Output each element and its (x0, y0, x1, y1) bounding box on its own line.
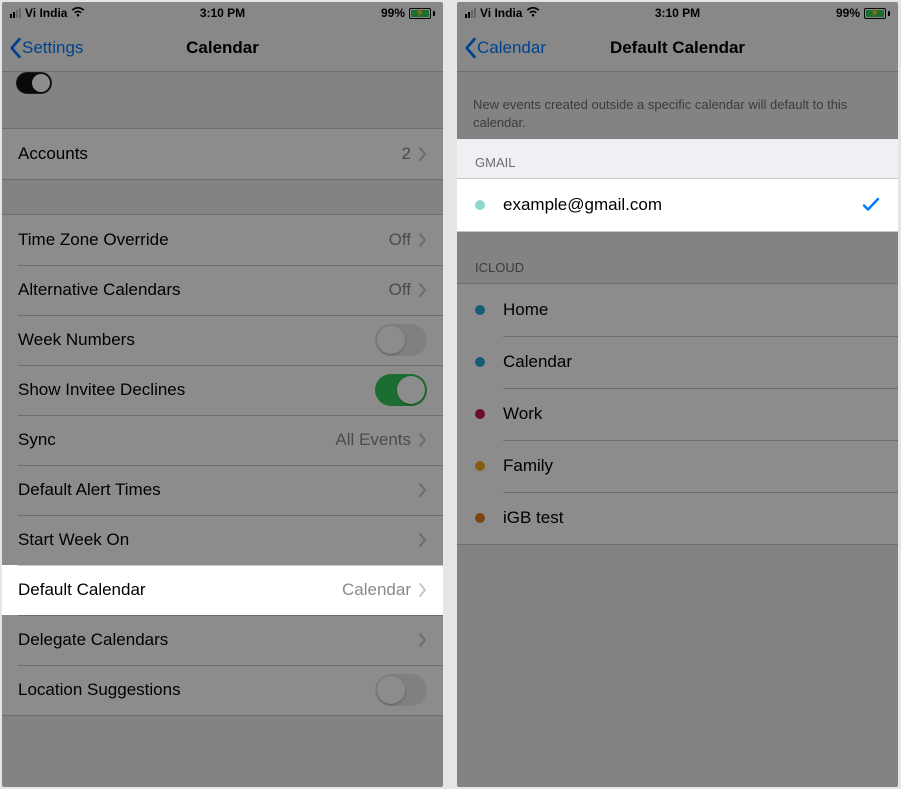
row-show-invitee-declines[interactable]: Show Invitee Declines (2, 365, 443, 415)
row-value: 2 (402, 144, 411, 164)
calendar-color-dot (475, 305, 485, 315)
page-title: Calendar (2, 38, 443, 58)
toggle-fragment-icon (16, 72, 52, 94)
calendar-color-dot (475, 513, 485, 523)
calendar-color-dot (475, 409, 485, 419)
chevron-right-icon (419, 633, 427, 647)
row-week-numbers[interactable]: Week Numbers (2, 315, 443, 365)
row-label: Default Alert Times (18, 480, 419, 500)
page-title: Default Calendar (457, 38, 898, 58)
chevron-right-icon (419, 433, 427, 447)
invitee-declines-toggle[interactable] (375, 374, 427, 406)
section-description: New events created outside a specific ca… (457, 72, 898, 139)
clock-label: 3:10 PM (200, 6, 245, 20)
calendar-option-icloud-2[interactable]: Work (457, 388, 898, 440)
group-icloud: Home Calendar Work Family iGB test (457, 283, 898, 545)
screen-default-calendar: Vi India 3:10 PM 99% ⚡ Calendar Default … (457, 2, 898, 787)
chevron-right-icon (419, 147, 427, 161)
row-value: Off (389, 280, 411, 300)
chevron-right-icon (419, 483, 427, 497)
row-label: Location Suggestions (18, 680, 375, 700)
calendar-name-label: iGB test (503, 508, 880, 528)
section-header-gmail: GMAIL (457, 139, 898, 178)
group-gmail: example@gmail.com (457, 178, 898, 232)
chevron-right-icon (419, 533, 427, 547)
row-label: Accounts (18, 144, 402, 164)
group-accounts: Accounts 2 (2, 128, 443, 180)
row-value: Calendar (342, 580, 411, 600)
row-label: Alternative Calendars (18, 280, 389, 300)
row-start-week-on[interactable]: Start Week On (2, 515, 443, 565)
row-default-alert-times[interactable]: Default Alert Times (2, 465, 443, 515)
calendar-name-label: example@gmail.com (503, 195, 862, 215)
chevron-right-icon (419, 583, 427, 597)
row-label: Sync (18, 430, 335, 450)
calendar-option-icloud-4[interactable]: iGB test (457, 492, 898, 544)
calendar-name-label: Work (503, 404, 880, 424)
chevron-right-icon (419, 283, 427, 297)
row-sync[interactable]: Sync All Events (2, 415, 443, 465)
status-bar: Vi India 3:10 PM 99% ⚡ (2, 2, 443, 24)
week-numbers-toggle[interactable] (375, 324, 427, 356)
row-label: Time Zone Override (18, 230, 389, 250)
partial-row-fragment (16, 72, 429, 94)
chevron-right-icon (419, 233, 427, 247)
calendar-option-icloud-1[interactable]: Calendar (457, 336, 898, 388)
row-label: Default Calendar (18, 580, 342, 600)
screen-calendar-settings: Vi India 3:10 PM 99% ⚡ Settings Calendar (2, 2, 443, 787)
calendar-color-dot (475, 357, 485, 367)
calendar-option-gmail-0[interactable]: example@gmail.com (457, 179, 898, 231)
row-label: Delegate Calendars (18, 630, 419, 650)
row-value: Off (389, 230, 411, 250)
calendar-name-label: Family (503, 456, 880, 476)
row-label: Start Week On (18, 530, 419, 550)
row-default-calendar[interactable]: Default Calendar Calendar (2, 565, 443, 615)
group-calendar-options: Time Zone Override Off Alternative Calen… (2, 214, 443, 716)
row-accounts[interactable]: Accounts 2 (2, 129, 443, 179)
row-delegate-calendars[interactable]: Delegate Calendars (2, 615, 443, 665)
row-label: Week Numbers (18, 330, 375, 350)
row-location-suggestions[interactable]: Location Suggestions (2, 665, 443, 715)
row-time-zone-override[interactable]: Time Zone Override Off (2, 215, 443, 265)
row-alternative-calendars[interactable]: Alternative Calendars Off (2, 265, 443, 315)
calendar-option-icloud-0[interactable]: Home (457, 284, 898, 336)
calendar-name-label: Calendar (503, 352, 880, 372)
nav-bar: Settings Calendar (2, 24, 443, 72)
row-label: Show Invitee Declines (18, 380, 375, 400)
status-bar: Vi India 3:10 PM 99% ⚡ (457, 2, 898, 24)
calendar-color-dot (475, 200, 485, 210)
nav-bar: Calendar Default Calendar (457, 24, 898, 72)
clock-label: 3:10 PM (655, 6, 700, 20)
location-suggestions-toggle[interactable] (375, 674, 427, 706)
checkmark-icon (862, 197, 880, 213)
calendar-name-label: Home (503, 300, 880, 320)
section-header-icloud: ICLOUD (457, 232, 898, 283)
calendar-color-dot (475, 461, 485, 471)
calendar-option-icloud-3[interactable]: Family (457, 440, 898, 492)
row-value: All Events (335, 430, 411, 450)
